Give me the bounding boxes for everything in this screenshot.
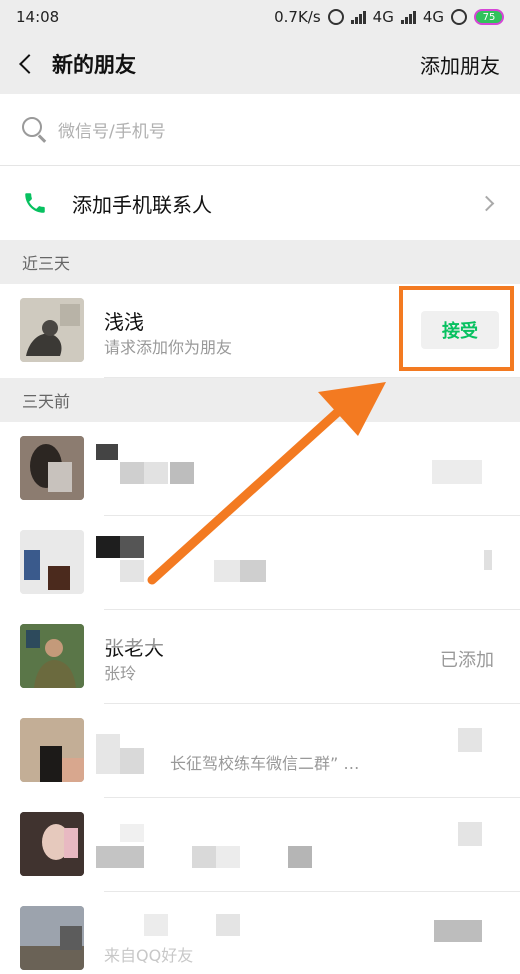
pointer-arrow-icon xyxy=(147,382,386,585)
